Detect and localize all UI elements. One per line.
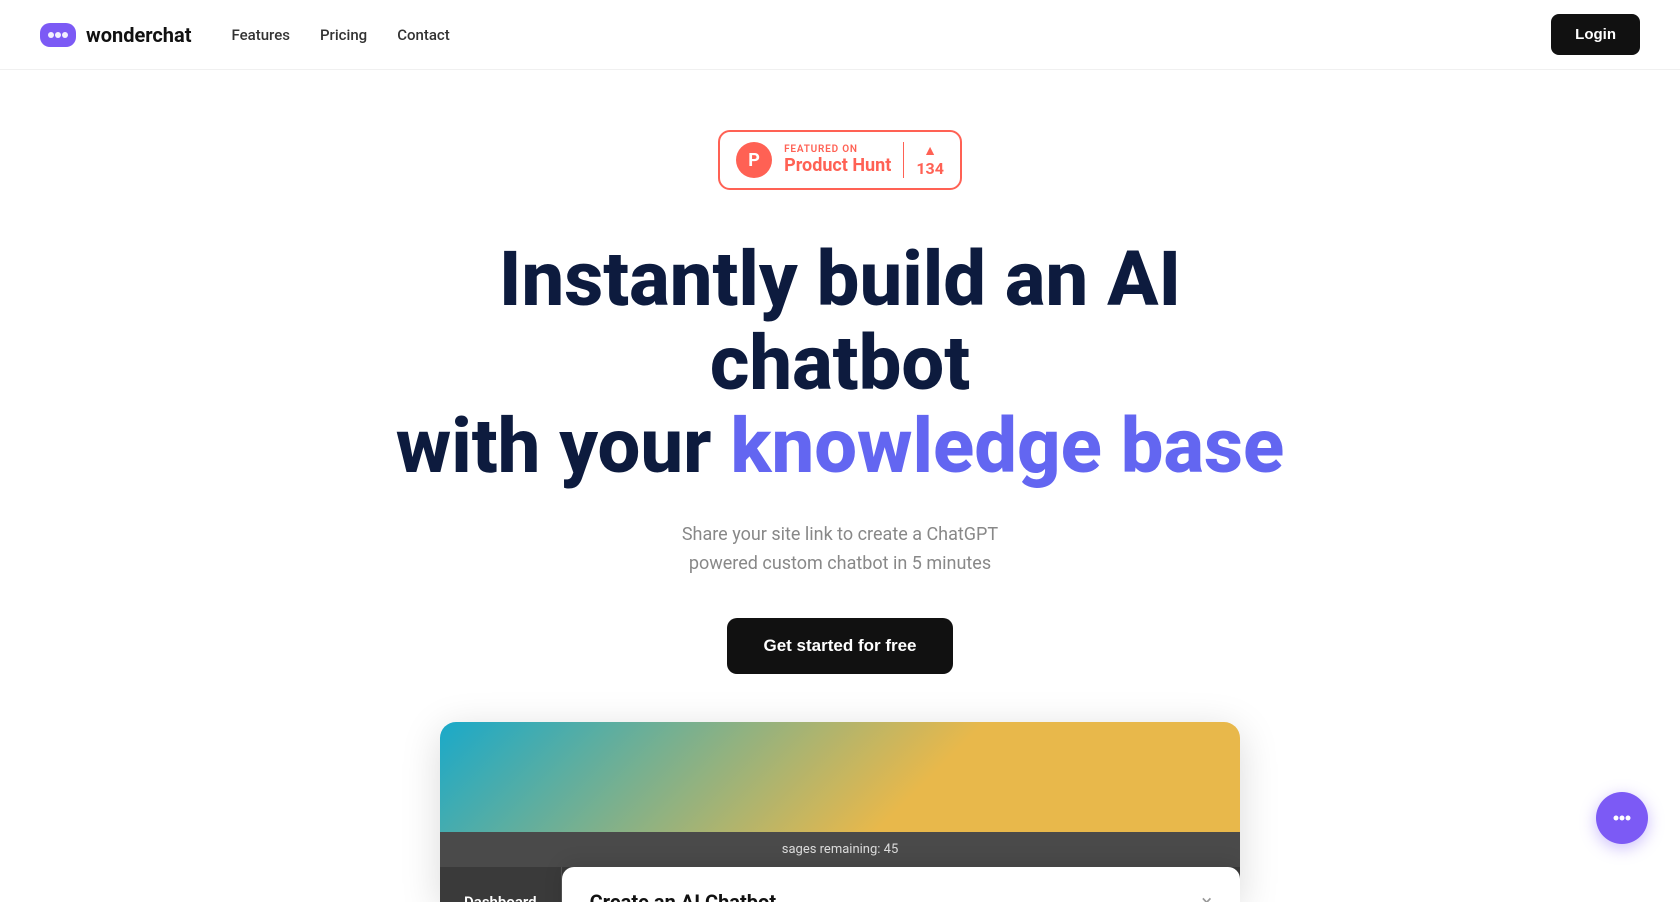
demo-modal: Create an AI Chatbot × xyxy=(562,867,1240,902)
nav-links: Features Pricing Contact xyxy=(231,26,449,44)
product-hunt-name: Product Hunt xyxy=(784,155,891,176)
demo-messages-text: sages remaining: 45 xyxy=(782,842,899,857)
logo-text: wonderchat xyxy=(86,23,191,47)
demo-dashboard-label: Dashboard xyxy=(440,867,562,902)
nav-pricing[interactable]: Pricing xyxy=(320,26,367,44)
navbar: wonderchat Features Pricing Contact Logi… xyxy=(0,0,1680,70)
product-hunt-votes: ▲ 134 xyxy=(903,142,944,178)
demo-messages-bar: sages remaining: 45 xyxy=(440,832,1240,867)
nav-contact[interactable]: Contact xyxy=(397,26,450,44)
subheadline-line2: powered custom chatbot in 5 minutes xyxy=(689,553,991,574)
subheadline-line1: Share your site link to create a ChatGPT xyxy=(682,524,998,545)
product-hunt-badge[interactable]: P FEATURED ON Product Hunt ▲ 134 xyxy=(718,130,962,190)
nav-features[interactable]: Features xyxy=(231,26,289,44)
headline-line1: Instantly build an AI chatbot xyxy=(499,234,1181,408)
headline-line2-plain: with your xyxy=(396,401,731,491)
demo-bottom-bar: Dashboard Create an AI Chatbot × xyxy=(440,867,1240,902)
get-started-button[interactable]: Get started for free xyxy=(727,618,952,674)
demo-modal-title: Create an AI Chatbot xyxy=(590,890,776,902)
demo-modal-close-icon[interactable]: × xyxy=(1201,890,1212,902)
logo[interactable]: wonderchat xyxy=(40,23,191,47)
product-hunt-logo: P xyxy=(736,142,772,178)
upvote-count: 134 xyxy=(916,159,944,178)
demo-background xyxy=(440,722,1240,832)
product-hunt-text: FEATURED ON Product Hunt xyxy=(784,144,891,176)
headline-highlight: knowledge base xyxy=(730,401,1284,491)
upvote-arrow-icon: ▲ xyxy=(923,142,937,159)
product-hunt-featured-label: FEATURED ON xyxy=(784,144,858,155)
demo-preview: sages remaining: 45 Dashboard Create an … xyxy=(440,722,1240,902)
logo-icon xyxy=(40,23,76,47)
chat-widget-button[interactable] xyxy=(1596,792,1648,844)
hero-section: P FEATURED ON Product Hunt ▲ 134 Instant… xyxy=(0,70,1680,902)
hero-headline: Instantly build an AI chatbot with your … xyxy=(390,238,1290,489)
hero-subheadline: Share your site link to create a ChatGPT… xyxy=(682,521,998,579)
login-button[interactable]: Login xyxy=(1551,14,1640,55)
